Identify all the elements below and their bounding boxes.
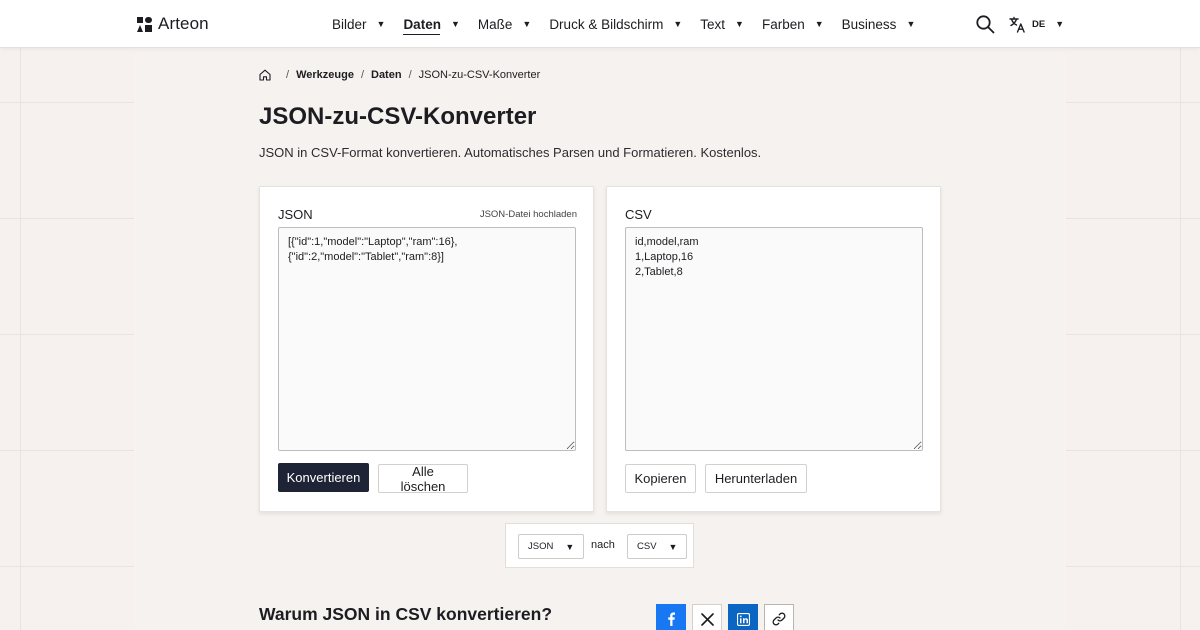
nav-label: Daten: [403, 16, 441, 32]
section-heading: Warum JSON in CSV konvertieren?: [259, 604, 553, 624]
chevron-down-icon: ▼: [522, 19, 532, 29]
nav-item-daten[interactable]: Daten ▼: [403, 0, 459, 48]
nav-item-druck-bildschirm[interactable]: Druck & Bildschirm ▼: [549, 0, 682, 48]
nav-label: Maße: [477, 16, 513, 32]
breadcrumb: / Werkzeuge / Daten / JSON-zu-CSV-Konver…: [259, 69, 540, 81]
breadcrumb-separator: /: [408, 69, 412, 81]
breadcrumb-item-werkzeuge[interactable]: Werkzeuge: [296, 69, 354, 81]
brand-mark-icon: [137, 16, 152, 32]
language-selector[interactable]: DE ▼: [1009, 14, 1064, 34]
download-button[interactable]: Herunterladen: [705, 464, 807, 493]
home-icon[interactable]: [259, 69, 271, 81]
nav-label: Text: [700, 16, 726, 32]
json-input-label: JSON: [278, 207, 313, 222]
page-subtitle: JSON in CSV-Format konvertieren. Automat…: [259, 145, 762, 160]
breadcrumb-separator: /: [360, 69, 364, 81]
source-format-select[interactable]: JSON ▼: [518, 534, 585, 559]
format-selector-bar: JSON ▼ nach CSV ▼: [505, 523, 694, 568]
format-connector-text: nach: [591, 539, 615, 551]
language-code: DE: [1032, 18, 1046, 30]
json-input-textarea[interactable]: [{"id":1,"model":"Laptop","ram":16}, {"i…: [278, 227, 576, 451]
copy-button[interactable]: Kopieren: [625, 464, 696, 493]
csv-output-card: CSV id,model,ram 1,Laptop,16 2,Tablet,8 …: [606, 186, 941, 512]
top-header: Arteon Bilder ▼ Daten ▼ Maße ▼ Druck & B…: [0, 0, 1200, 48]
facebook-icon: [668, 612, 675, 626]
nav-label: Druck & Bildschirm: [549, 16, 664, 32]
chevron-down-icon: ▼: [1055, 19, 1065, 29]
target-format-select[interactable]: CSV ▼: [627, 534, 688, 559]
nav-label: Bilder: [332, 16, 367, 32]
breadcrumb-separator: /: [286, 69, 290, 81]
chevron-down-icon: ▼: [450, 19, 460, 29]
linkedin-icon: [736, 612, 750, 626]
upload-json-link[interactable]: JSON-Datei hochladen: [480, 209, 577, 220]
source-format-value: JSON: [528, 541, 554, 552]
page-title: JSON-zu-CSV-Konverter: [259, 103, 537, 130]
share-facebook-button[interactable]: [656, 604, 686, 630]
search-icon[interactable]: [975, 14, 995, 34]
breadcrumb-item-daten[interactable]: Daten: [371, 69, 402, 81]
convert-button[interactable]: Konvertieren: [278, 463, 369, 492]
chevron-down-icon: ▼: [673, 19, 683, 29]
clear-all-button[interactable]: Alle löschen: [378, 464, 468, 494]
chevron-down-icon: ▼: [565, 541, 575, 552]
nav-label: Farben: [761, 16, 805, 32]
translate-icon: [1009, 16, 1025, 33]
nav-item-text[interactable]: Text ▼: [700, 0, 744, 48]
csv-output-label: CSV: [625, 207, 652, 222]
nav-item-masse[interactable]: Maße ▼: [478, 0, 531, 48]
json-input-card: JSON JSON-Datei hochladen [{"id":1,"mode…: [259, 186, 594, 512]
chevron-down-icon: ▼: [906, 19, 916, 29]
copy-link-button[interactable]: [764, 604, 794, 630]
target-format-value: CSV: [637, 541, 657, 552]
nav-label: Business: [841, 16, 897, 32]
brand-logo[interactable]: Arteon: [137, 14, 209, 34]
csv-output-textarea[interactable]: id,model,ram 1,Laptop,16 2,Tablet,8: [625, 227, 923, 451]
breadcrumb-current: JSON-zu-CSV-Konverter: [418, 69, 541, 81]
nav-item-farben[interactable]: Farben ▼: [762, 0, 824, 48]
main-nav: Bilder ▼ Daten ▼ Maße ▼ Druck & Bildschi…: [332, 0, 933, 48]
share-linkedin-button[interactable]: [728, 604, 758, 630]
link-icon: [772, 612, 786, 626]
nav-item-bilder[interactable]: Bilder ▼: [332, 0, 385, 48]
nav-item-business[interactable]: Business ▼: [842, 0, 916, 48]
brand-name: Arteon: [158, 14, 209, 33]
chevron-down-icon: ▼: [668, 541, 678, 552]
x-icon: [700, 612, 714, 626]
chevron-down-icon: ▼: [814, 19, 824, 29]
chevron-down-icon: ▼: [735, 19, 744, 29]
share-x-button[interactable]: [692, 604, 722, 630]
chevron-down-icon: ▼: [376, 19, 386, 29]
